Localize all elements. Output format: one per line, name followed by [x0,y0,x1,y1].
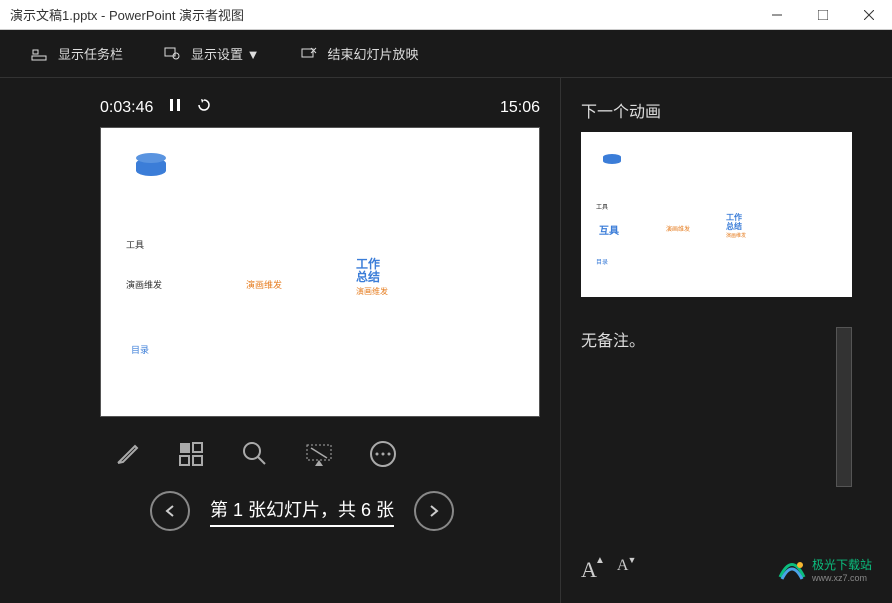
presenter-tools [100,432,540,476]
slide-text: 工具 [126,238,144,251]
timer-row: 0:03:46 15:06 [100,98,540,117]
taskbar-icon [30,45,48,63]
elapsed-time: 0:03:46 [100,99,153,117]
next-slide-text: 互具 [599,222,619,237]
decrease-font-button[interactable]: A▼ [617,557,629,583]
zoom-button[interactable] [233,432,277,476]
slide-navigation: 第 1 张幻灯片，共 6 张 [100,491,540,531]
content-area: 0:03:46 15:06 工具 演画维发 演画维发 工作 总结 演画维发 目录 [0,78,892,603]
black-screen-button[interactable] [297,432,341,476]
slide-graphic-cylinder [136,158,166,176]
main-slide-area: 0:03:46 15:06 工具 演画维发 演画维发 工作 总结 演画维发 目录 [0,78,560,603]
pen-tool-button[interactable] [105,432,149,476]
watermark-logo-icon [777,557,807,583]
next-animation-label: 下一个动画 [581,98,852,122]
next-slide-text: 目录 [596,257,608,266]
slide-text: 演画维发 [246,278,282,291]
notes-section: 无备注。 [581,327,852,487]
watermark-url: www.xz7.com [812,573,872,583]
toolbar: 显示任务栏 显示设置 ▼ 结束幻灯片放映 [0,30,892,78]
side-panel: 下一个动画 工具 互具 演画维发 工作 总结 演画维发 目录 无备注。 A▲ A… [560,78,892,603]
window-title: 演示文稿1.pptx - PowerPoint 演示者视图 [10,5,244,24]
next-slide-preview[interactable]: 工具 互具 演画维发 工作 总结 演画维发 目录 [581,132,852,297]
next-slide-text: 演画维发 [726,232,746,239]
end-slideshow-label: 结束幻灯片放映 [328,44,419,63]
see-all-slides-button[interactable] [169,432,213,476]
no-notes-label: 无备注。 [581,327,645,487]
next-slide-text: 演画维发 [666,224,690,233]
end-icon [300,45,318,63]
watermark: 极光下载站 www.xz7.com [777,556,872,583]
close-button[interactable] [846,0,892,30]
slide-text: 工作 总结 [356,258,380,284]
pause-button[interactable] [168,98,182,117]
slide-counter: 第 1 张幻灯片，共 6 张 [210,496,394,527]
minimize-button[interactable] [754,0,800,30]
slide-text: 目录 [131,343,149,356]
slide-text: 演画维发 [126,278,162,291]
window-controls [754,0,892,30]
restart-button[interactable] [197,98,211,117]
more-options-button[interactable] [361,432,405,476]
display-icon [163,45,181,63]
previous-slide-button[interactable] [150,491,190,531]
display-settings-label: 显示设置 ▼ [191,44,259,63]
next-slide-text: 工具 [596,202,608,211]
current-slide-preview[interactable]: 工具 演画维发 演画维发 工作 总结 演画维发 目录 [100,127,540,417]
next-slide-text: 工作 总结 [726,214,742,232]
increase-font-button[interactable]: A▲ [581,557,597,583]
watermark-text: 极光下载站 [812,556,872,573]
next-slide-button[interactable] [414,491,454,531]
timer-controls: 0:03:46 [100,98,211,117]
show-taskbar-label: 显示任务栏 [58,44,123,63]
current-time: 15:06 [500,99,540,117]
notes-scrollbar[interactable] [836,327,852,487]
display-settings-button[interactable]: 显示设置 ▼ [163,44,259,63]
next-slide-graphic [603,154,621,164]
slide-text: 演画维发 [356,286,388,297]
show-taskbar-button[interactable]: 显示任务栏 [30,44,123,63]
title-bar: 演示文稿1.pptx - PowerPoint 演示者视图 [0,0,892,30]
end-slideshow-button[interactable]: 结束幻灯片放映 [300,44,419,63]
maximize-button[interactable] [800,0,846,30]
